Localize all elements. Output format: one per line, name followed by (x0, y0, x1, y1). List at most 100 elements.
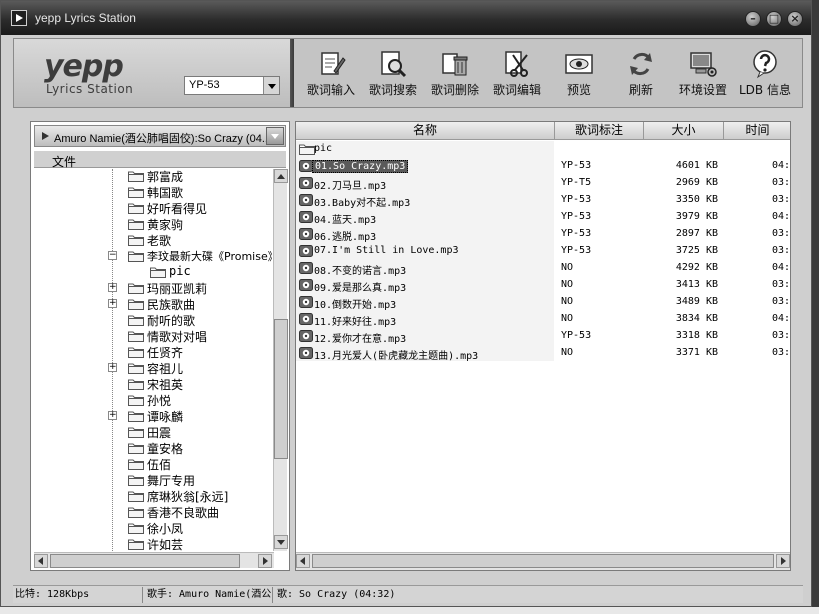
file-row[interactable]: 06.逃脱.mp3 YP-53 2897 KB 03:0 (296, 226, 790, 243)
status-song: 歌: So Crazy (04:32) (277, 589, 396, 600)
maximize-button[interactable]: □ (766, 11, 782, 27)
file-name: 01.So Crazy.mp3 (312, 160, 409, 173)
collapse-icon[interactable]: − (108, 251, 117, 260)
minimize-button[interactable]: – (745, 11, 761, 27)
lyrics-delete-button[interactable]: 歌词删除 (426, 47, 484, 103)
tree-folder-item[interactable]: 席琳狄翁[永远] (34, 488, 272, 504)
tree-folder-item[interactable]: 郭富成 (34, 169, 272, 184)
file-time: 04:0 (772, 313, 791, 324)
tree-folder-label: 童安格 (147, 442, 184, 456)
status-artist: 歌手: Amuro Namie(酒公 (145, 587, 273, 603)
column-header-size[interactable]: 大小 (644, 122, 724, 140)
ldb-info-button[interactable]: LDB 信息 (736, 47, 794, 103)
audio-file-icon (299, 296, 313, 308)
scroll-thumb[interactable] (50, 554, 240, 568)
file-row[interactable]: 12.爱你才在意.mp3 YP-53 3318 KB 03:3 (296, 328, 790, 345)
file-size: 3979 KB (675, 211, 718, 222)
file-row[interactable]: 04.蓝天.mp3 YP-53 3979 KB 04:1 (296, 209, 790, 226)
tree-horizontal-scrollbar[interactable] (34, 552, 274, 568)
lyrics-mark: YP-53 (561, 194, 592, 205)
lyrics-mark: YP-53 (561, 160, 592, 171)
toolbar: 歌词输入 歌词搜索 歌词删除 歌词编辑 预览 刷新 环境设置 LDB 信息 (296, 39, 802, 107)
tree-folder-item[interactable]: 黄家驹 (34, 216, 272, 232)
model-select[interactable]: YP-53 (184, 76, 280, 95)
tree-folder-item[interactable]: 韩国歌 (34, 184, 272, 200)
tree-folder-item[interactable]: + 谭咏麟 (34, 408, 272, 424)
list-horizontal-scrollbar[interactable] (296, 552, 790, 570)
tree-folder-item[interactable]: 田震 (34, 424, 272, 440)
tree-folder-item[interactable]: + 民族歌曲 (34, 296, 272, 312)
tree-folder-item[interactable]: 伍佰 (34, 456, 272, 472)
expand-icon[interactable]: + (108, 411, 117, 420)
tree-folder-label: 宋祖英 (147, 378, 184, 392)
close-button[interactable]: × (787, 11, 803, 27)
tree-folder-item[interactable]: − 李玟最新大碟《Promise》 (34, 248, 272, 264)
file-row[interactable]: 01.So Crazy.mp3 YP-53 4601 KB 04:5 (296, 158, 790, 175)
scroll-right-button[interactable] (776, 554, 790, 568)
file-name: 12.爱你才在意.mp3 (314, 334, 407, 345)
scroll-up-button[interactable] (274, 169, 288, 183)
file-row[interactable]: 03.Baby对不起.mp3 YP-53 3350 KB 03:3 (296, 192, 790, 209)
app-window: yepp Lyrics Station – □ × yepp Lyrics St… (0, 0, 812, 607)
tree-folder-item[interactable]: + 玛丽亚凯莉 (34, 280, 272, 296)
tree-folder-item[interactable]: 情歌对对唱 (34, 328, 272, 344)
now-playing-text: Amuro Namie(酒公肺唱固佼):So Crazy (04... (54, 133, 266, 145)
now-playing-combo[interactable]: Amuro Namie(酒公肺唱固佼):So Crazy (04... (34, 125, 286, 147)
tree-folder-item[interactable]: 舞厅专用 (34, 472, 272, 488)
file-time: 03:3 (772, 347, 791, 358)
tree-folder-label: 玛丽亚凯莉 (147, 282, 208, 296)
file-row[interactable]: 10.倒数开始.mp3 NO 3489 KB 03:4 (296, 294, 790, 311)
expand-icon[interactable]: + (108, 299, 117, 308)
tree-folder-item[interactable]: 童安格 (34, 440, 272, 456)
window-shadow-right (812, 0, 819, 614)
scroll-left-button[interactable] (296, 554, 310, 568)
column-header-time[interactable]: 时间 (724, 122, 790, 140)
refresh-button[interactable]: 刷新 (612, 47, 670, 103)
tree-folder-item[interactable]: 香港不良歌曲 (34, 504, 272, 520)
expand-icon[interactable]: + (108, 363, 117, 372)
tree-folder-item[interactable]: 耐听的歌 (34, 312, 272, 328)
lyrics-input-button[interactable]: 歌词输入 (302, 47, 360, 103)
tree-vertical-scrollbar[interactable] (273, 169, 288, 551)
lyrics-edit-button[interactable]: 歌词编辑 (488, 47, 546, 103)
file-row[interactable]: 13.月光爱人(卧虎藏龙主题曲).mp3 NO 3371 KB 03:3 (296, 345, 791, 362)
tree-folder-item[interactable]: 宋祖英 (34, 376, 272, 392)
settings-button[interactable]: 环境设置 (674, 47, 732, 103)
file-row[interactable]: 07.I'm Still in Love.mp3 YP-53 3725 KB 03:5 (296, 243, 790, 260)
chevron-down-icon[interactable] (266, 127, 284, 145)
lyrics-mark: YP-53 (561, 245, 592, 256)
audio-file-icon (299, 330, 313, 342)
preview-button[interactable]: 预览 (550, 47, 608, 103)
scroll-down-button[interactable] (274, 535, 288, 549)
folder-icon (299, 143, 315, 155)
lyrics-mark: NO (561, 313, 574, 324)
file-row[interactable]: 09.爱是那么真.mp3 NO 3413 KB 03:3 (296, 277, 791, 294)
tree-folder-item[interactable]: 徐小凤 (34, 520, 272, 536)
file-row[interactable]: 08.不变的诺言.mp3 NO 4292 KB 04:3 (296, 260, 790, 277)
chevron-down-icon[interactable] (263, 77, 279, 94)
tree-folder-item[interactable]: + 容祖儿 (34, 360, 272, 376)
column-header-name[interactable]: 名称 (296, 122, 555, 140)
tree-folder-item[interactable]: 孙悦 (34, 392, 272, 408)
file-row[interactable]: 11.好来好往.mp3 NO 3834 KB 04:0 (296, 311, 791, 328)
folder-tree: 郭富成 韩国歌 好听看得见 黄家驹 老歌 − 李玟最新大碟《Promise》 pic + 玛丽亚凯… (34, 169, 272, 551)
file-size: 2897 KB (675, 228, 718, 239)
file-row[interactable]: 02.刀马旦.mp3 YP-T5 2969 KB 03:0 (296, 175, 790, 192)
tree-folder-item[interactable]: 好听看得见 (34, 200, 272, 216)
scroll-thumb[interactable] (312, 554, 774, 568)
tree-folder-item[interactable]: 老歌 (34, 232, 272, 248)
expand-icon[interactable]: + (108, 283, 117, 292)
logo-panel: yepp Lyrics Station YP-53 (14, 39, 290, 107)
file-row-folder[interactable]: pic (296, 141, 790, 158)
scroll-thumb[interactable] (274, 319, 288, 459)
lyrics-search-button[interactable]: 歌词搜索 (364, 47, 422, 103)
tree-folder-item[interactable]: pic (34, 264, 272, 280)
column-header-lyrics-mark[interactable]: 歌词标注 (555, 122, 644, 140)
file-name: 06.逃脱.mp3 (314, 232, 377, 243)
tree-folder-item[interactable]: 任贤齐 (34, 344, 272, 360)
scroll-left-button[interactable] (34, 554, 48, 568)
scroll-right-button[interactable] (258, 554, 272, 568)
file-time: 03:3 (772, 279, 791, 290)
tree-folder-item[interactable]: 许如芸 (34, 536, 272, 551)
title-bar[interactable]: yepp Lyrics Station – □ × (1, 1, 811, 35)
